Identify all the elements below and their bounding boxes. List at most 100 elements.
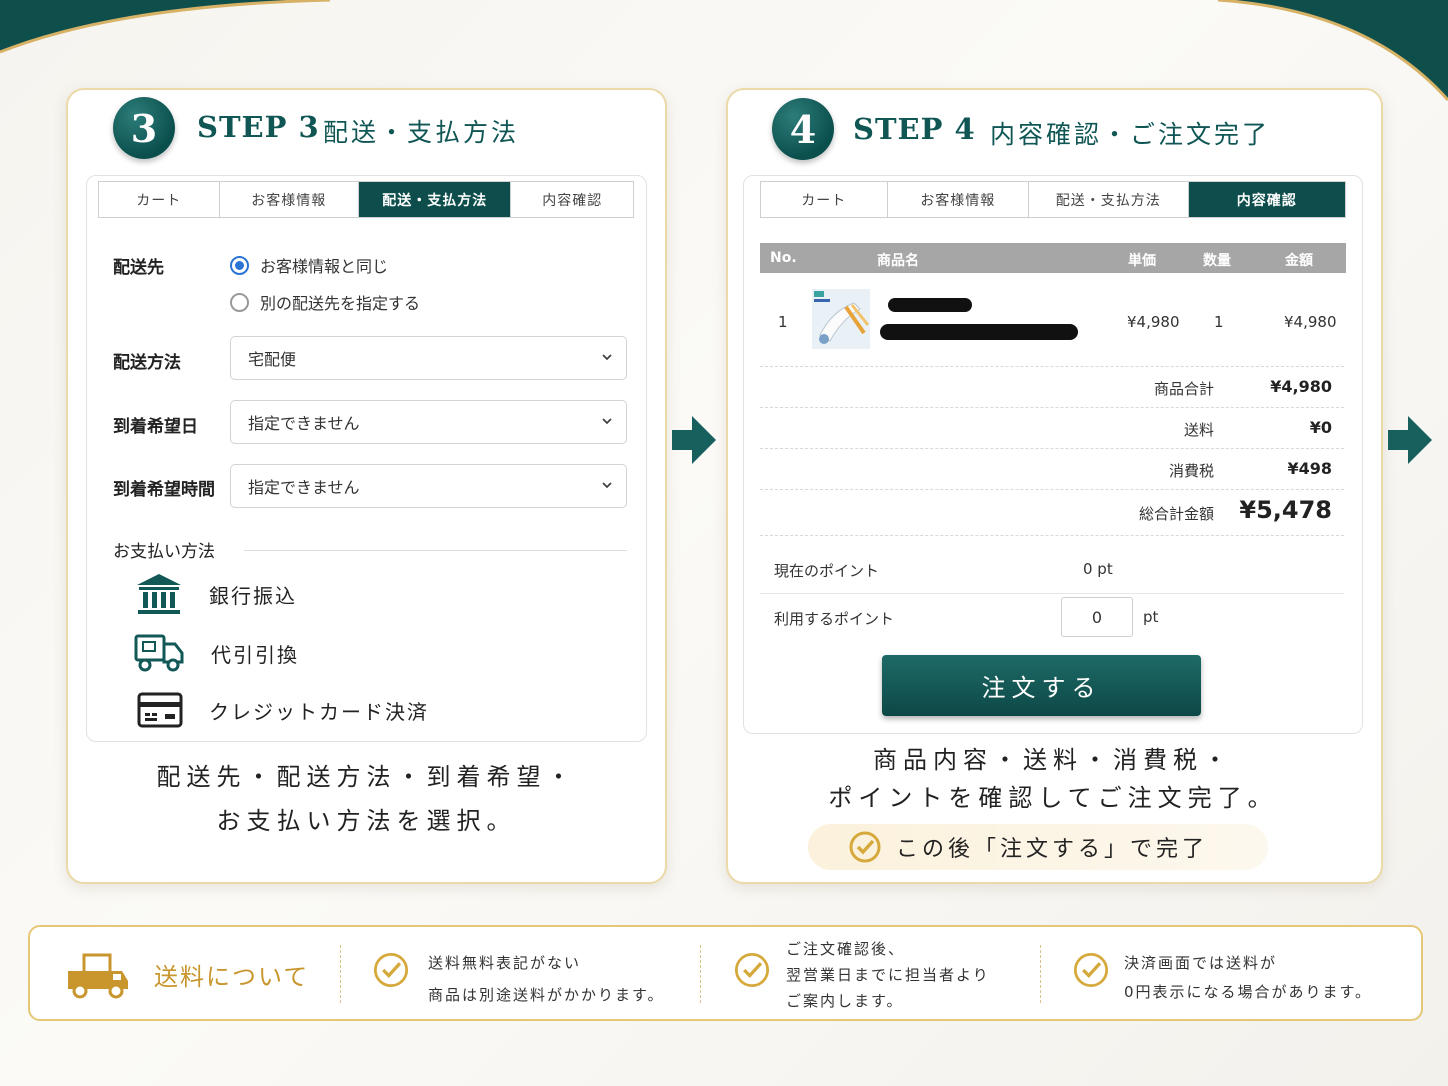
radio-same-label: お客様情報と同じ bbox=[260, 257, 389, 276]
step3-subtitle: 配送・支払方法 bbox=[323, 118, 520, 147]
shipping-fee-value: ¥0 bbox=[1309, 418, 1332, 437]
check-circle-icon bbox=[1073, 952, 1109, 988]
use-points-unit: pt bbox=[1143, 608, 1159, 626]
tab-customer-info[interactable]: お客様情報 bbox=[888, 182, 1030, 217]
step4-caption-line1: 商品内容・送料・消費税・ bbox=[873, 746, 1233, 774]
arrow-right-icon bbox=[672, 416, 716, 464]
banner-title: 送料について bbox=[154, 963, 310, 991]
step3-tabs: カート お客様情報 配送・支払方法 内容確認 bbox=[98, 181, 634, 218]
delivery-truck-icon bbox=[134, 634, 184, 672]
arrival-date-value: 指定できません bbox=[248, 414, 360, 433]
radio-other-address[interactable]: 別の配送先を指定する bbox=[230, 290, 420, 314]
payment-option-cod[interactable]: 代引引換 bbox=[133, 632, 299, 674]
tab-confirm[interactable]: 内容確認 bbox=[1188, 182, 1345, 217]
arrival-date-select[interactable]: 指定できません bbox=[230, 400, 627, 444]
step4-subtitle: 内容確認・ご注文完了 bbox=[990, 120, 1271, 149]
payment-heading-divider bbox=[244, 550, 627, 551]
header-no: No. bbox=[770, 250, 797, 266]
bank-icon bbox=[137, 574, 181, 614]
banner-note-1: 送料無料表記がない 商品は別途送料がかかります。 bbox=[428, 947, 665, 1011]
radio-unselected-indicator[interactable] bbox=[230, 292, 249, 312]
order-table-header: No. 商品名 単価 数量 金額 bbox=[760, 243, 1346, 273]
check-circle-icon bbox=[373, 952, 409, 988]
banner-note-3-line2: 0円表示になる場合があります。 bbox=[1124, 983, 1373, 1001]
banner-note-2-line1: ご注文確認後、 bbox=[786, 940, 906, 958]
payment-credit-card-label: クレジットカード決済 bbox=[209, 699, 429, 724]
step4-tabs: カート お客様情報 配送・支払方法 内容確認 bbox=[760, 181, 1346, 218]
shipping-info-banner: 送料について 送料無料表記がない 商品は別途送料がかかります。 ご注文確認後、 … bbox=[28, 925, 1423, 1021]
step4-title: STEP 4 bbox=[853, 112, 976, 146]
grand-total-row: 総合計金額 ¥5,478 bbox=[760, 490, 1344, 536]
step4-caption-line2: ポイントを確認してご注文完了。 bbox=[828, 784, 1278, 812]
header-quantity: 数量 bbox=[1203, 253, 1231, 269]
banner-divider bbox=[700, 945, 701, 1003]
banner-note-3-line1: 決済画面では送料が bbox=[1124, 954, 1278, 972]
subtotal-row: 商品合計 ¥4,980 bbox=[760, 367, 1344, 408]
banner-note-1-line1: 送料無料表記がない bbox=[428, 954, 582, 972]
grand-total-value: ¥5,478 bbox=[1239, 496, 1332, 524]
subtotal-value: ¥4,980 bbox=[1270, 377, 1332, 396]
subtotal-label: 商品合計 bbox=[1153, 380, 1214, 398]
step4-number-badge: 4 bbox=[772, 98, 834, 160]
shipping-destination-label: 配送先 bbox=[113, 258, 164, 278]
arrival-time-select[interactable]: 指定できません bbox=[230, 464, 627, 508]
step3-caption: 配送先・配送方法・到着希望・ お支払い方法を選択。 bbox=[86, 755, 647, 843]
item-no: 1 bbox=[778, 313, 788, 331]
tab-shipping-payment[interactable]: 配送・支払方法 bbox=[359, 182, 512, 217]
use-points-input[interactable]: 0 bbox=[1061, 597, 1133, 637]
banner-divider bbox=[1040, 945, 1041, 1003]
arrival-time-value: 指定できません bbox=[248, 478, 360, 497]
decorative-corner-top-left bbox=[0, 0, 330, 54]
step4-completion-note: この後「注文する」で完了 bbox=[808, 824, 1268, 870]
banner-divider bbox=[340, 945, 341, 1003]
banner-note-2-line2: 翌営業日までに担当者より bbox=[786, 966, 990, 984]
shipping-fee-label: 送料 bbox=[1183, 421, 1214, 439]
payment-option-bank[interactable]: 銀行振込 bbox=[135, 572, 297, 616]
credit-card-icon bbox=[137, 692, 183, 728]
tab-cart[interactable]: カート bbox=[761, 182, 888, 217]
item-unit-price: ¥4,980 bbox=[1127, 313, 1180, 331]
tax-label: 消費税 bbox=[1168, 462, 1214, 480]
completion-note-text: この後「注文する」で完了 bbox=[896, 837, 1209, 862]
check-circle-icon bbox=[734, 952, 770, 988]
banner-note-1-line2: 商品は別途送料がかかります。 bbox=[428, 986, 665, 1004]
header-unit-price: 単価 bbox=[1128, 253, 1156, 269]
step3-number-badge: 3 bbox=[113, 97, 175, 159]
chevron-down-icon bbox=[602, 418, 612, 425]
payment-cod-label: 代引引換 bbox=[211, 642, 299, 667]
current-points-label: 現在のポイント bbox=[774, 562, 880, 580]
radio-same-as-customer[interactable]: お客様情報と同じ bbox=[230, 253, 388, 277]
header-amount: 金額 bbox=[1285, 253, 1313, 269]
step3-title: STEP 3 bbox=[197, 110, 320, 144]
chevron-down-icon bbox=[602, 482, 612, 489]
payment-bank-label: 銀行振込 bbox=[209, 583, 297, 608]
tab-shipping-payment[interactable]: 配送・支払方法 bbox=[1029, 182, 1189, 217]
points-divider bbox=[760, 593, 1344, 594]
tab-cart[interactable]: カート bbox=[99, 182, 220, 217]
arrow-right-icon bbox=[1388, 416, 1432, 464]
payment-option-credit-card[interactable]: クレジットカード決済 bbox=[137, 692, 429, 728]
shipping-method-value: 宅配便 bbox=[248, 350, 297, 369]
radio-other-label: 別の配送先を指定する bbox=[260, 294, 421, 313]
shipping-method-label: 配送方法 bbox=[113, 353, 181, 373]
redacted-product-name bbox=[880, 298, 1078, 340]
truck-icon bbox=[68, 953, 128, 999]
step3-caption-line2: お支払い方法を選択。 bbox=[216, 807, 517, 835]
item-quantity: 1 bbox=[1214, 313, 1224, 331]
chevron-down-icon bbox=[602, 354, 612, 361]
place-order-button[interactable]: 注文する bbox=[882, 655, 1201, 716]
banner-note-2: ご注文確認後、 翌営業日までに担当者より ご案内します。 bbox=[786, 936, 990, 1014]
check-circle-icon bbox=[849, 831, 881, 863]
grand-total-label: 総合計金額 bbox=[1138, 505, 1214, 523]
radio-selected-indicator[interactable] bbox=[230, 255, 249, 275]
product-thumbnail bbox=[812, 289, 870, 349]
payment-method-heading: お支払い方法 bbox=[113, 542, 215, 562]
tab-customer-info[interactable]: お客様情報 bbox=[220, 182, 360, 217]
shipping-method-select[interactable]: 宅配便 bbox=[230, 336, 627, 380]
tab-confirm[interactable]: 内容確認 bbox=[511, 182, 633, 217]
step3-caption-line1: 配送先・配送方法・到着希望・ bbox=[156, 763, 577, 791]
item-amount: ¥4,980 bbox=[1284, 313, 1337, 331]
arrival-date-label: 到着希望日 bbox=[113, 417, 198, 437]
banner-note-2-line3: ご案内します。 bbox=[786, 992, 904, 1010]
tax-row: 消費税 ¥498 bbox=[760, 449, 1344, 490]
